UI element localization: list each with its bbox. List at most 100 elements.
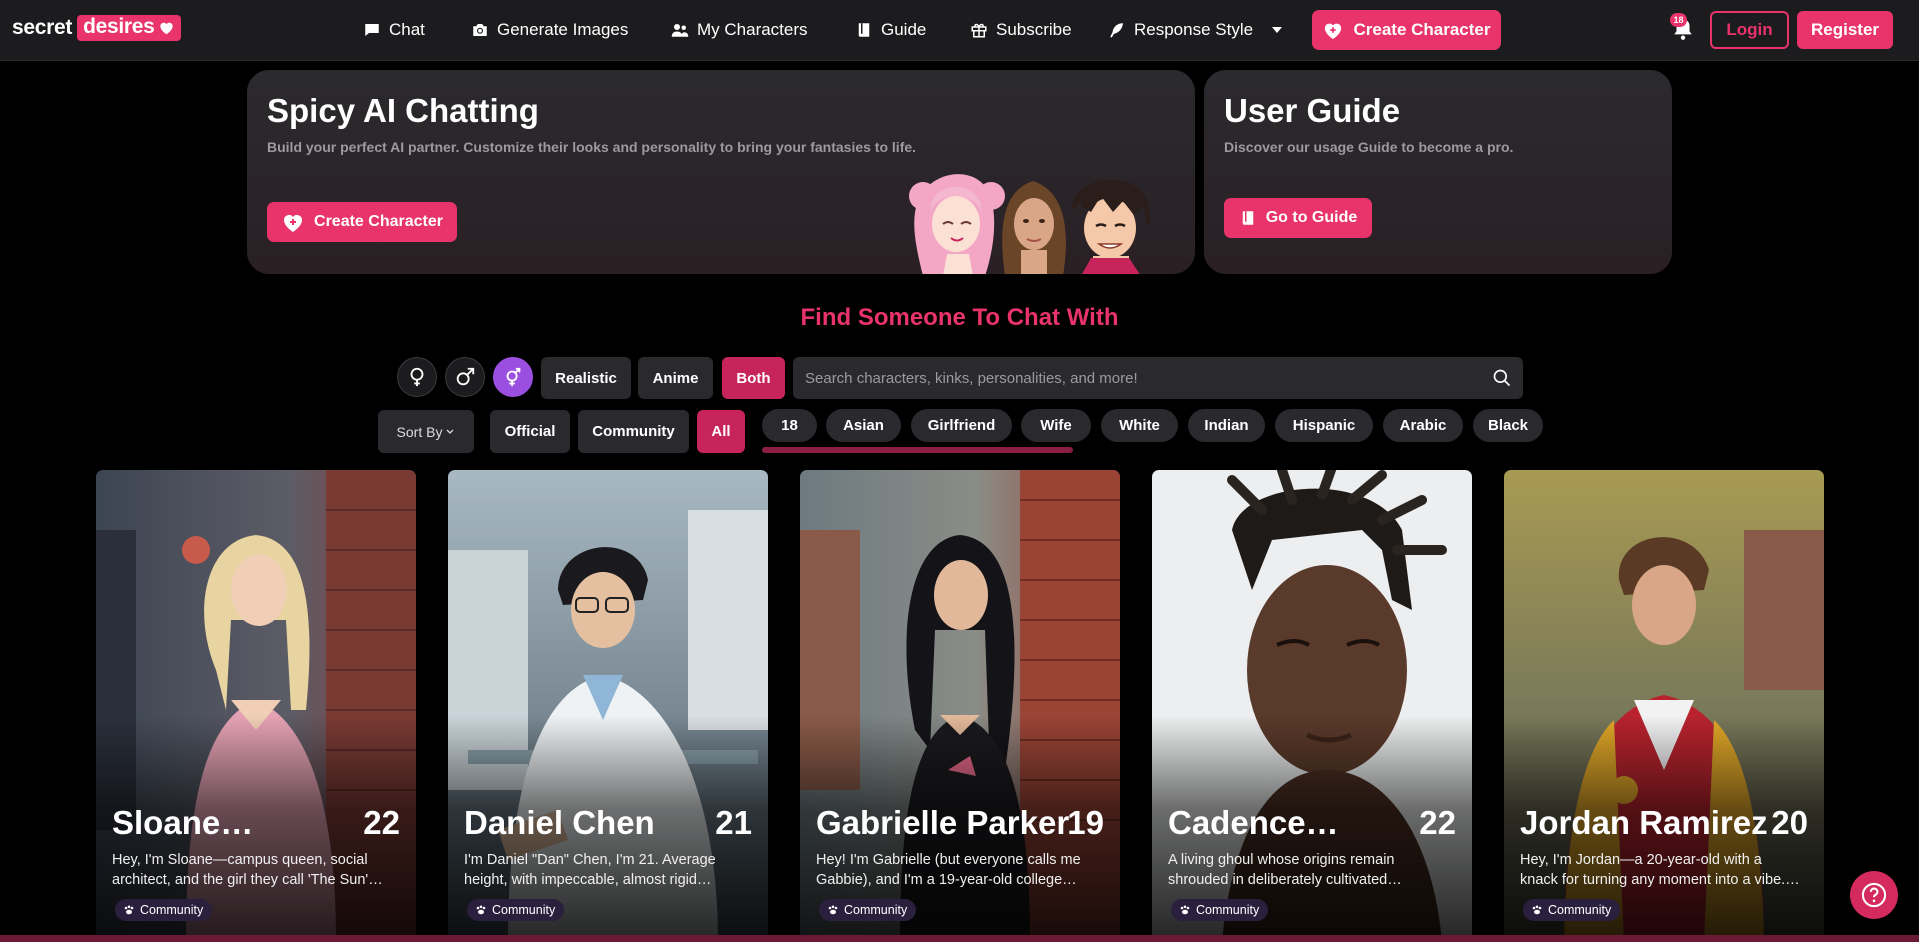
tag-girlfriend[interactable]: Girlfriend <box>911 409 1012 442</box>
nav-generate-images-label: Generate Images <box>497 20 629 39</box>
hero-create-character-button[interactable]: Create Character <box>267 202 457 242</box>
community-badge: Community <box>1171 899 1269 921</box>
book-icon <box>1242 211 1253 225</box>
hero-create-character-label: Create Character <box>314 213 443 230</box>
character-description-line-2: knack for turning any moment into a vibe… <box>1520 872 1800 888</box>
character-description-line-1: A living ghoul whose origins remain <box>1168 852 1395 868</box>
find-section-title: Find Someone To Chat With <box>800 304 1119 331</box>
character-description: Hey, I'm Sloane—campus queen, social arc… <box>112 850 402 890</box>
tag-asian[interactable]: Asian <box>826 409 901 442</box>
nav-response-style-label: Response Style <box>1134 20 1254 39</box>
community-badge-label: Community <box>492 903 556 917</box>
character-age: 22 <box>1419 804 1456 841</box>
character-age: 19 <box>1067 804 1104 841</box>
character-name: Daniel Chen <box>464 804 655 841</box>
character-description-line-2: height, with impeccable, almost rigid… <box>464 872 712 888</box>
tag-white[interactable]: White <box>1101 409 1178 442</box>
nav-subscribe[interactable]: Subscribe <box>970 20 1072 40</box>
notification-badge: 18 <box>1670 13 1687 27</box>
logo-text-secret: secret <box>12 16 73 39</box>
character-description: Hey, I'm Jordan—a 20-year-old with a kna… <box>1520 850 1810 890</box>
search-icon[interactable] <box>1492 368 1512 388</box>
community-badge-label: Community <box>140 903 204 917</box>
nav-my-characters[interactable]: My Characters <box>671 20 808 40</box>
character-card[interactable]: Gabrielle Parker 19 Hey! I'm Gabrielle (… <box>800 470 1120 942</box>
help-question-icon <box>1861 882 1887 908</box>
community-badge-label: Community <box>844 903 908 917</box>
book-icon <box>858 23 870 37</box>
tag-hispanic[interactable]: Hispanic <box>1275 409 1373 442</box>
community-badge: Community <box>1523 899 1621 921</box>
tag-scrollbar[interactable] <box>762 447 1073 453</box>
camera-icon <box>473 24 487 36</box>
character-card[interactable]: Daniel Chen 21 I'm Daniel "Dan" Chen, I'… <box>448 470 768 942</box>
character-age: 22 <box>363 804 400 841</box>
nav-chat-label: Chat <box>389 20 425 39</box>
community-badge-label: Community <box>1196 903 1260 917</box>
hero-characters-illustration <box>909 174 1151 274</box>
nav-generate-images[interactable]: Generate Images <box>471 20 628 40</box>
character-name: Jordan Ramirez <box>1520 804 1768 841</box>
character-description: I'm Daniel "Dan" Chen, I'm 21. Average h… <box>464 850 754 890</box>
style-realistic-button[interactable]: Realistic <box>541 357 631 399</box>
go-to-guide-label: Go to Guide <box>1265 209 1358 226</box>
tag-18[interactable]: 18 <box>762 409 817 442</box>
tag-wife[interactable]: Wife <box>1021 409 1091 442</box>
character-description-line-2: architect, and the girl they call 'The S… <box>112 872 383 888</box>
paw-icon <box>124 905 134 915</box>
heart-plus-icon <box>284 215 303 232</box>
tag-indian[interactable]: Indian <box>1188 409 1265 442</box>
nav-response-style[interactable]: Response Style <box>1108 20 1283 40</box>
sort-by-label: Sort By <box>396 423 443 440</box>
paw-icon <box>1532 905 1542 915</box>
help-button[interactable] <box>1850 871 1898 919</box>
sort-by-dropdown[interactable]: Sort By <box>378 410 474 453</box>
tag-arabic[interactable]: Arabic <box>1383 409 1463 442</box>
source-all-button[interactable]: All <box>697 410 745 453</box>
character-description-line-2: shrouded in deliberately cultivated… <box>1168 872 1402 888</box>
login-button[interactable]: Login <box>1710 11 1789 49</box>
source-community-button[interactable]: Community <box>578 410 689 453</box>
go-to-guide-button[interactable]: Go to Guide <box>1224 198 1372 238</box>
register-button[interactable]: Register <box>1797 11 1893 49</box>
character-description-line-1: I'm Daniel "Dan" Chen, I'm 21. Average <box>464 852 716 868</box>
style-anime-button[interactable]: Anime <box>638 357 713 399</box>
female-symbol-icon <box>410 367 424 387</box>
style-both-button[interactable]: Both <box>722 357 785 399</box>
paw-icon <box>1180 905 1190 915</box>
character-description-line-2: Gabbie), and I'm a 19-year-old college… <box>816 872 1077 888</box>
caret-down-icon <box>1272 27 1283 33</box>
nav-chat[interactable]: Chat <box>363 20 425 40</box>
brand-logo[interactable]: secret desires <box>12 15 181 41</box>
character-description: A living ghoul whose origins remain shro… <box>1168 850 1458 890</box>
character-card[interactable]: Cadence… 22 A living ghoul whose origins… <box>1152 470 1472 942</box>
male-filter-button[interactable] <box>445 357 485 397</box>
hero-chat-subtitle: Build your perfect AI partner. Customize… <box>267 139 917 155</box>
community-badge-label: Community <box>1548 903 1612 917</box>
create-character-button[interactable]: Create Character <box>1312 10 1501 50</box>
gift-icon <box>971 23 987 38</box>
logo-desires-label: desires <box>83 15 155 38</box>
create-character-label: Create Character <box>1353 20 1491 39</box>
character-age: 21 <box>715 804 752 841</box>
character-name: Cadence… <box>1168 804 1339 841</box>
chevron-down-icon <box>446 429 454 434</box>
hero-chat-title: Spicy AI Chatting <box>267 92 539 129</box>
male-symbol-icon <box>456 367 475 386</box>
character-name: Sloane… <box>112 804 254 841</box>
both-genders-filter-button[interactable] <box>493 357 533 397</box>
character-card[interactable]: Sloane… 22 Hey, I'm Sloane—campus queen,… <box>96 470 416 942</box>
community-badge: Community <box>467 899 565 921</box>
nav-guide-label: Guide <box>881 20 927 39</box>
tag-black[interactable]: Black <box>1473 409 1543 442</box>
heart-plus-icon <box>1325 23 1342 40</box>
character-description-line-1: Hey, I'm Jordan—a 20-year-old with a <box>1520 852 1762 868</box>
nav-guide[interactable]: Guide <box>855 20 926 40</box>
female-filter-button[interactable] <box>397 357 437 397</box>
source-official-button[interactable]: Official <box>490 410 570 453</box>
character-search-input[interactable] <box>805 357 1485 399</box>
horizontal-scrollbar[interactable] <box>0 935 1919 942</box>
character-card[interactable]: Jordan Ramirez 20 Hey, I'm Jordan—a 20-y… <box>1504 470 1824 942</box>
community-badge: Community <box>115 899 213 921</box>
hero-guide-title: User Guide <box>1224 92 1401 129</box>
